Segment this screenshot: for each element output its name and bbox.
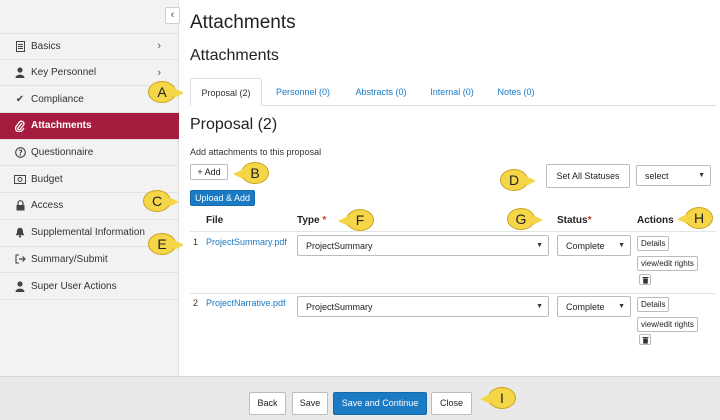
save-and-continue-button[interactable]: Save and Continue [333, 392, 427, 415]
callout-d: D [500, 169, 536, 191]
tab-internal[interactable]: Internal (0) [424, 78, 480, 106]
tab-notes[interactable]: Notes (0) [492, 78, 540, 106]
details-button[interactable]: Details [637, 297, 670, 312]
back-button[interactable]: Back [249, 392, 286, 415]
trash-icon [642, 336, 648, 344]
check-icon: ✔ [15, 93, 25, 105]
sidebar-item-label: Attachments [31, 120, 92, 132]
type-select[interactable]: ProjectSummary ▼ [297, 296, 549, 317]
lock-icon [14, 200, 26, 211]
type-select-value: ProjectSummary [306, 301, 373, 312]
sidebar-item-label: Access [31, 200, 64, 212]
row-status-value: Complete [566, 301, 605, 312]
callout-c: C [143, 190, 179, 212]
sidebar-item-label: Supplemental Information [31, 227, 145, 239]
table-divider [190, 293, 716, 294]
upload-and-add-button[interactable]: Upload & Add [190, 190, 255, 206]
caret-down-icon: ▼ [698, 172, 705, 179]
sidebar-item-key-personnel[interactable]: Key Personnel › [0, 60, 179, 87]
sidebar: ‹ Basics › Key Personnel › ✔ Compliance … [0, 0, 180, 376]
column-header-status: Status* [557, 215, 591, 226]
callout-g: G [507, 208, 543, 230]
column-header-label: Status [557, 215, 588, 226]
callout-h: H [677, 207, 713, 229]
callout-i: I [480, 387, 516, 409]
caret-down-icon: ▼ [536, 242, 543, 249]
caret-down-icon: ▼ [536, 303, 543, 310]
delete-button[interactable] [639, 274, 651, 285]
table-divider [190, 231, 716, 232]
type-select-value: ProjectSummary [306, 240, 373, 251]
svg-text:?: ? [18, 148, 22, 157]
row-status-select[interactable]: Complete ▼ [557, 296, 631, 317]
attachment-tabs: Proposal (2) Personnel (0) Abstracts (0)… [190, 78, 716, 106]
set-all-statuses-button[interactable]: Set All Statuses [546, 164, 630, 188]
tab-proposal[interactable]: Proposal (2) [190, 78, 262, 106]
add-button[interactable]: + Add [190, 164, 228, 180]
type-select[interactable]: ProjectSummary ▼ [297, 235, 549, 256]
bell-icon [14, 227, 26, 238]
footer-bar: Back Save Save and Continue Close [0, 376, 720, 420]
submit-icon [14, 254, 26, 264]
sidebar-item-label: Super User Actions [31, 280, 117, 292]
details-button[interactable]: Details [637, 236, 670, 251]
sidebar-item-label: Compliance [31, 93, 84, 105]
callout-f: F [338, 209, 374, 231]
caret-down-icon: ▼ [618, 303, 625, 310]
sidebar-item-basics[interactable]: Basics › [0, 33, 179, 60]
save-button[interactable]: Save [292, 392, 328, 415]
caret-down-icon: ▼ [618, 242, 625, 249]
collapse-sidebar-button[interactable]: ‹ [165, 7, 180, 24]
callout-a: A [148, 81, 184, 103]
sidebar-item-label: Budget [31, 173, 63, 185]
sidebar-item-super-user-actions[interactable]: Super User Actions [0, 273, 179, 300]
view-edit-rights-button[interactable]: view/edit rights [637, 317, 698, 332]
file-link[interactable]: ProjectNarrative.pdf [206, 298, 286, 308]
row-status-select[interactable]: Complete ▼ [557, 235, 631, 256]
document-icon [14, 40, 26, 52]
callout-b: B [233, 162, 269, 184]
chevron-right-icon: › [157, 40, 161, 53]
money-icon [14, 174, 26, 184]
sidebar-item-label: Questionnaire [31, 147, 94, 159]
sidebar-nav: Basics › Key Personnel › ✔ Compliance At… [0, 33, 179, 300]
sidebar-item-budget[interactable]: Budget [0, 166, 179, 194]
sidebar-item-label: Key Personnel [31, 67, 97, 79]
person-icon [14, 280, 26, 292]
delete-button[interactable] [639, 334, 651, 345]
sidebar-item-attachments[interactable]: Attachments [0, 113, 179, 140]
tab-personnel[interactable]: Personnel (0) [268, 78, 338, 106]
question-icon: ? [14, 147, 26, 158]
column-header-label: Type [297, 215, 320, 226]
tab-abstracts[interactable]: Abstracts (0) [348, 78, 414, 106]
proposal-hint: Add attachments to this proposal [190, 147, 322, 157]
column-header-actions: Actions [637, 215, 674, 226]
chevron-right-icon: › [157, 66, 161, 79]
paperclip-icon [14, 120, 26, 132]
sidebar-item-label: Summary/Submit [31, 253, 108, 265]
required-mark: * [587, 215, 592, 226]
file-link[interactable]: ProjectSummary.pdf [206, 237, 287, 247]
column-header-type: Type * [297, 215, 326, 226]
status-select-value: select [645, 170, 669, 181]
sidebar-item-label: Basics [31, 40, 61, 52]
trash-icon [642, 276, 648, 284]
view-edit-rights-button[interactable]: view/edit rights [637, 256, 698, 271]
status-select[interactable]: select ▼ [636, 165, 711, 186]
person-icon [14, 67, 26, 79]
row-status-value: Complete [566, 240, 605, 251]
row-number: 1 [193, 237, 199, 247]
sidebar-item-questionnaire[interactable]: ? Questionnaire [0, 140, 179, 167]
section-title: Attachments [190, 47, 279, 64]
column-header-file: File [206, 215, 224, 226]
required-mark: * [322, 215, 327, 226]
row-number: 2 [193, 298, 199, 308]
close-button[interactable]: Close [431, 392, 472, 415]
callout-e: E [148, 233, 184, 255]
proposal-title: Proposal (2) [190, 116, 278, 133]
page-title: Attachments [190, 12, 296, 33]
